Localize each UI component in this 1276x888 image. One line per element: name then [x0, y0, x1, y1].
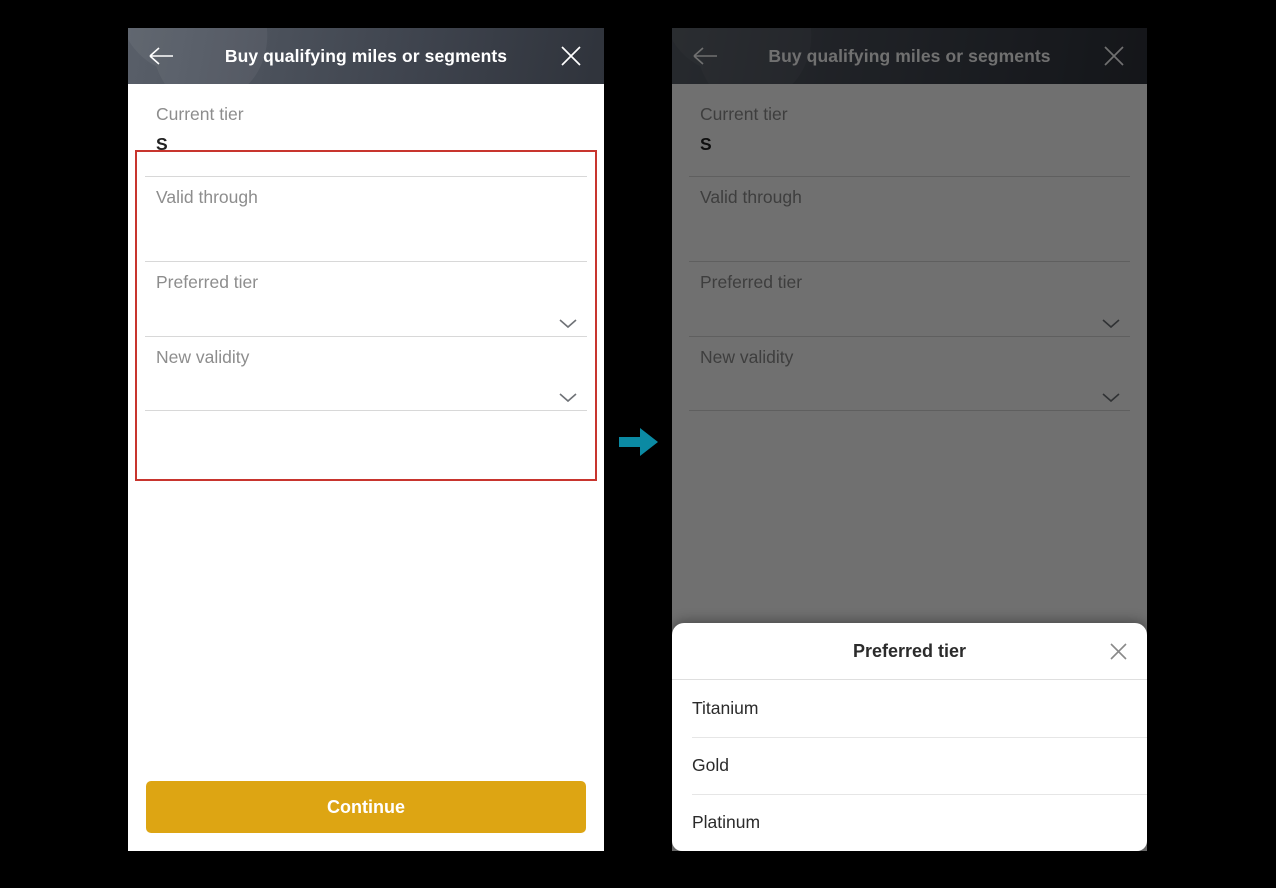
field-current-tier: Current tier S [689, 94, 1130, 177]
continue-button[interactable]: Continue [146, 781, 586, 833]
field-new-validity[interactable]: New validity [145, 337, 587, 411]
field-label: New validity [700, 347, 794, 367]
preferred-tier-sheet: Preferred tier Titanium Gold Platinum [672, 623, 1147, 851]
phone-screen-before: Buy qualifying miles or segments Current… [128, 28, 604, 851]
field-preferred-tier[interactable]: Preferred tier [145, 262, 587, 337]
sheet-close-button[interactable] [1103, 636, 1133, 666]
field-label: Valid through [156, 187, 258, 207]
field-valid-through: Valid through [145, 177, 587, 262]
form-after: Current tier S Valid through Preferred t… [672, 84, 1147, 411]
close-icon [1104, 46, 1124, 66]
field-valid-through: Valid through [689, 177, 1130, 262]
arrow-left-icon [693, 47, 717, 65]
close-icon [1109, 642, 1127, 660]
chevron-down-icon [1102, 393, 1120, 403]
field-label: Preferred tier [700, 272, 803, 292]
form-before: Current tier S Valid through Preferred t… [128, 84, 604, 481]
list-item[interactable]: Titanium [672, 680, 1147, 737]
list-item[interactable]: Platinum [672, 794, 1147, 851]
page-title: Buy qualifying miles or segments [768, 45, 1051, 66]
field-preferred-tier[interactable]: Preferred tier [689, 262, 1130, 337]
phone-screen-after: Buy qualifying miles or segments Current… [672, 28, 1147, 851]
field-value: S [700, 134, 712, 154]
back-button[interactable] [690, 41, 720, 71]
list-item[interactable]: Gold [672, 737, 1147, 794]
field-value [689, 209, 1130, 239]
back-button[interactable] [146, 41, 176, 71]
chevron-down-icon [1102, 319, 1120, 329]
app-header-after: Buy qualifying miles or segments [672, 28, 1147, 84]
chevron-down-icon [559, 319, 577, 329]
arrow-right-icon [619, 428, 658, 456]
field-stack-after: Current tier S Valid through Preferred t… [689, 94, 1130, 411]
field-value [145, 209, 587, 239]
chevron-down-icon [559, 393, 577, 403]
field-value: S [156, 134, 168, 154]
field-label: Current tier [156, 104, 244, 124]
close-icon [561, 46, 581, 66]
close-button[interactable] [1099, 41, 1129, 71]
field-new-validity[interactable]: New validity [689, 337, 1130, 411]
sheet-title: Preferred tier [852, 640, 967, 661]
field-current-tier: Current tier S [145, 94, 587, 177]
sheet-header: Preferred tier [672, 623, 1147, 680]
arrow-left-icon [149, 47, 173, 65]
cta-container: Continue [128, 781, 604, 833]
field-label: Current tier [700, 104, 788, 124]
screenshot-canvas: Buy qualifying miles or segments Current… [0, 0, 1276, 888]
field-label: New validity [156, 347, 250, 367]
app-header-before: Buy qualifying miles or segments [128, 28, 604, 84]
field-stack-before: Current tier S Valid through Preferred t… [145, 94, 587, 411]
close-button[interactable] [556, 41, 586, 71]
page-title: Buy qualifying miles or segments [224, 45, 508, 66]
preferred-tier-option-list: Titanium Gold Platinum [672, 680, 1147, 851]
field-label: Preferred tier [156, 272, 259, 292]
field-label: Valid through [700, 187, 802, 207]
